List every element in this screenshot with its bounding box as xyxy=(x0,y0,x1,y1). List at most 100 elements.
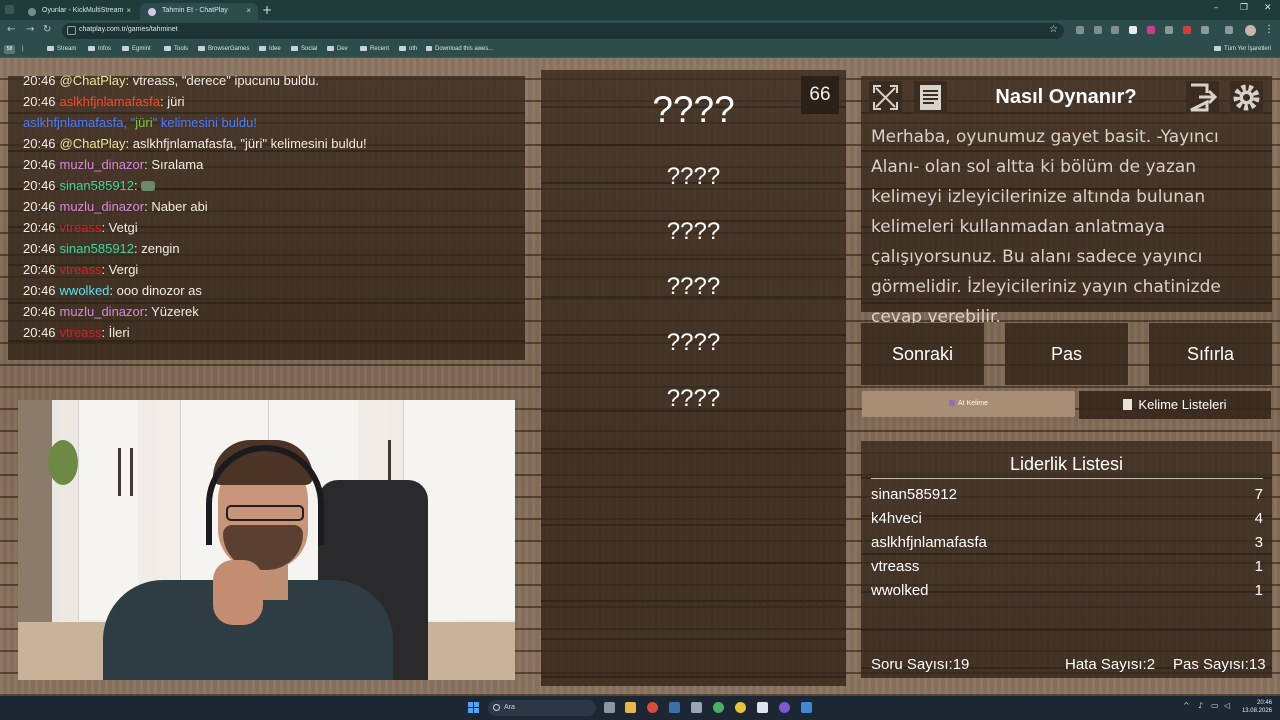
chat-username[interactable]: muzlu_dinazor xyxy=(60,304,145,319)
chat-username[interactable]: sinan585912 xyxy=(60,178,134,193)
back-icon[interactable]: ← xyxy=(7,24,15,35)
extension-icon[interactable] xyxy=(1129,26,1137,34)
browser-toolbar: ← → ↻ chatplay.com.tr/games/tahminet ☆ xyxy=(0,20,1280,42)
bookmark-folder[interactable]: oth xyxy=(399,46,417,52)
chat-message: 20:46 muzlu_dinazor: Yüzerek xyxy=(23,304,199,319)
network-icon[interactable]: ▭ xyxy=(1211,701,1219,710)
extension-icon[interactable] xyxy=(1111,26,1119,34)
extension-icon[interactable] xyxy=(1076,26,1084,34)
chat-username[interactable]: aslkhfjnlamafasfa, " xyxy=(23,115,135,130)
leaderboard-row: k4hveci 4 xyxy=(871,510,1263,527)
close-window-icon[interactable]: ✕ xyxy=(1264,3,1272,13)
bookmark-folder[interactable]: Egmint xyxy=(122,46,151,52)
app-icon[interactable] xyxy=(647,702,658,713)
browser-menu-icon[interactable]: ⋮ xyxy=(1264,24,1274,35)
maximize-icon[interactable]: ❐ xyxy=(1240,3,1248,13)
leaderboard-divider xyxy=(871,478,1263,479)
all-bookmarks[interactable]: Tüm Yer İşaretleri xyxy=(1214,46,1271,52)
chat-username[interactable]: muzlu_dinazor xyxy=(60,199,145,214)
reset-button[interactable]: Sıfırla xyxy=(1149,323,1272,385)
site-info-icon[interactable] xyxy=(67,26,76,35)
extension-icon[interactable] xyxy=(1183,26,1191,34)
tray-icon[interactable]: ♪ xyxy=(1198,701,1203,710)
tab-search-icon[interactable] xyxy=(5,5,14,14)
chat-message: 20:46 vtreass: İleri xyxy=(23,325,130,340)
bookmark-folder[interactable]: BrowserGames xyxy=(198,46,249,52)
tab-kickmultistream[interactable]: Oyunlar - KickMultiStream × xyxy=(20,3,138,20)
apps-icon[interactable]: 58 xyxy=(4,45,15,54)
tab-favicon-icon xyxy=(148,8,156,16)
notes-icon[interactable] xyxy=(913,80,948,115)
chat-username[interactable]: vtreass xyxy=(60,262,102,277)
address-bar[interactable]: chatplay.com.tr/games/tahminet ☆ xyxy=(62,23,1064,39)
app-icon[interactable] xyxy=(691,702,702,713)
volume-icon[interactable]: ◁ xyxy=(1224,701,1230,710)
ai-word-button[interactable]: AI Kelime xyxy=(862,391,1075,417)
chat-message: 20:46 sinan585912: xyxy=(23,178,155,193)
pass-button[interactable]: Pas xyxy=(1005,323,1128,385)
bookmark-folder[interactable]: Social xyxy=(291,46,317,52)
chat-text: : Sıralama xyxy=(144,157,204,172)
reload-icon[interactable]: ↻ xyxy=(43,24,51,35)
bookmark-star-icon[interactable]: ☆ xyxy=(1049,24,1058,35)
error-count: Hata Sayısı:2 xyxy=(1065,656,1156,673)
app-icon[interactable] xyxy=(801,702,812,713)
close-tab-icon[interactable]: × xyxy=(246,6,251,15)
profile-avatar[interactable] xyxy=(1245,25,1256,36)
forward-icon[interactable]: → xyxy=(26,24,34,35)
chat-text: : xyxy=(134,178,138,193)
chat-username[interactable]: @ChatPlay xyxy=(60,136,126,151)
file-explorer-icon[interactable] xyxy=(625,702,636,713)
chat-timestamp: 20:46 xyxy=(23,73,56,88)
chat-username[interactable]: vtreass xyxy=(60,220,102,235)
windows-start-icon[interactable] xyxy=(468,702,479,713)
exit-icon[interactable] xyxy=(1185,80,1220,115)
chat-timestamp: 20:46 xyxy=(23,94,56,109)
bookmark-folder[interactable]: Tools xyxy=(164,46,188,52)
tab-chatplay[interactable]: Tahmin Et - ChatPlay × xyxy=(140,3,258,20)
bookmark-folder[interactable]: Idee xyxy=(259,46,281,52)
chat-text: : jüri xyxy=(160,94,185,109)
chat-message: 20:46 muzlu_dinazor: Naber abi xyxy=(23,199,208,214)
bookmark-folder[interactable]: Infos xyxy=(88,46,111,52)
extensions-puzzle-icon[interactable] xyxy=(1201,26,1209,34)
chrome-icon[interactable] xyxy=(735,702,746,713)
bookmark-folder[interactable]: Stream xyxy=(47,46,76,52)
chat-username[interactable]: aslkhfjnlamafasfa xyxy=(60,94,160,109)
fullscreen-icon[interactable] xyxy=(868,80,903,115)
settings-icon[interactable] xyxy=(1229,80,1264,115)
chat-username[interactable]: wwolked xyxy=(60,283,110,298)
chat-text: : aslkhfjnlamafasfa, "jüri" kelimesini b… xyxy=(125,136,367,151)
taskbar-search[interactable]: Ara xyxy=(488,700,596,716)
extension-icon[interactable] xyxy=(1165,26,1173,34)
steam-icon[interactable] xyxy=(669,702,680,713)
minimize-icon[interactable]: – xyxy=(1214,3,1219,13)
chat-text: : Vetgi xyxy=(101,220,138,235)
chat-username[interactable]: muzlu_dinazor xyxy=(60,157,145,172)
word-lists-button[interactable]: Kelime Listeleri xyxy=(1079,391,1271,419)
bookmark-folder[interactable]: Recent xyxy=(360,46,389,52)
system-clock[interactable]: 20:46 13.08.2026 xyxy=(1240,699,1272,715)
chat-timestamp: 20:46 xyxy=(23,262,56,277)
close-tab-icon[interactable]: × xyxy=(126,6,131,15)
chat-text: : Vergi xyxy=(101,262,139,277)
extension-icon[interactable] xyxy=(1094,26,1102,34)
next-button[interactable]: Sonraki xyxy=(861,323,984,385)
chat-message: 20:46 vtreass: Vergi xyxy=(23,262,138,277)
chat-username[interactable]: sinan585912 xyxy=(60,241,134,256)
app-icon[interactable] xyxy=(779,702,790,713)
bookmark-link[interactable]: Download this awes... xyxy=(426,46,493,52)
chat-timestamp: 20:46 xyxy=(23,304,56,319)
chat-timestamp: 20:46 xyxy=(23,199,56,214)
app-icon[interactable] xyxy=(757,702,768,713)
new-tab-icon[interactable]: + xyxy=(262,3,272,17)
tray-chevron-icon[interactable]: ^ xyxy=(1183,701,1190,710)
chat-username[interactable]: vtreass xyxy=(60,325,102,340)
chat-username[interactable]: @ChatPlay xyxy=(60,73,126,88)
app-icon[interactable] xyxy=(713,702,724,713)
task-view-icon[interactable] xyxy=(604,702,615,713)
bookmark-folder[interactable]: Dev xyxy=(327,46,348,52)
extension-icon[interactable] xyxy=(1147,26,1155,34)
chat-text: : zengin xyxy=(134,241,180,256)
sidebar-icon[interactable] xyxy=(1225,26,1233,34)
